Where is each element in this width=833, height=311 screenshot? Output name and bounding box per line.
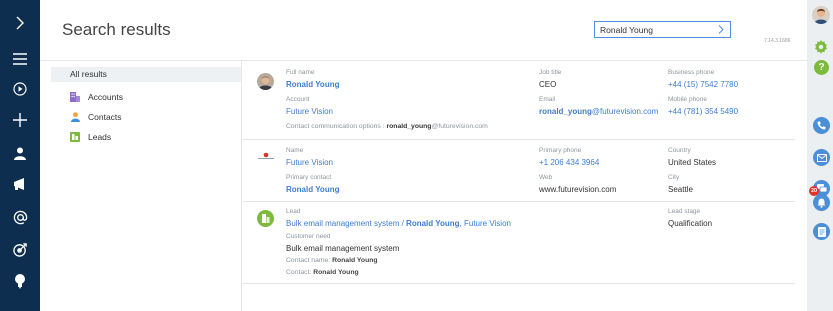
- customer-need-value: Bulk email management system: [286, 244, 400, 253]
- filter-item-accounts[interactable]: Accounts: [70, 90, 123, 103]
- filter-label: Accounts: [88, 91, 123, 102]
- filter-item-leads[interactable]: Leads: [70, 130, 111, 143]
- play-circle-icon[interactable]: [0, 72, 40, 106]
- search-input[interactable]: [595, 22, 713, 37]
- result-contact: Full name Ronald Young Account Future Vi…: [243, 61, 795, 140]
- filter-all-results[interactable]: All results: [51, 67, 241, 82]
- account-name-link[interactable]: Future Vision: [286, 158, 333, 167]
- account-logo-icon[interactable]: [257, 149, 275, 159]
- contact-avatar[interactable]: [257, 73, 274, 90]
- comm-options: Contact communication options : ronald_y…: [286, 123, 488, 130]
- plus-icon[interactable]: [0, 103, 40, 137]
- accounts-icon: [70, 91, 80, 102]
- job-title-value: CEO: [539, 80, 557, 89]
- user-icon[interactable]: [0, 136, 40, 170]
- lead-stage-value: Qualification: [668, 219, 713, 228]
- primary-contact-link[interactable]: Ronald Young: [286, 185, 339, 194]
- filter-label: Contacts: [88, 111, 122, 122]
- filter-item-contacts[interactable]: Contacts: [70, 110, 122, 123]
- country-label: Country: [668, 147, 691, 154]
- contact-name-value: Ronald Young: [332, 257, 378, 264]
- menu-icon[interactable]: [0, 42, 40, 76]
- search-go-icon[interactable]: [712, 22, 730, 37]
- primary-phone-label: Primary phone: [539, 147, 582, 154]
- document-icon[interactable]: [813, 223, 830, 240]
- customer-need-label: Customer need: [286, 233, 331, 240]
- megaphone-icon[interactable]: [0, 167, 40, 201]
- left-sidebar: [0, 0, 40, 311]
- country-value: United States: [668, 158, 717, 167]
- filter-label: Leads: [88, 131, 112, 142]
- lead-icon[interactable]: [257, 210, 274, 227]
- lead-stage-label: Lead stage: [668, 208, 701, 215]
- phone-icon[interactable]: [813, 117, 830, 134]
- contact-value: Ronald Young: [313, 269, 359, 276]
- lead-title-link[interactable]: Bulk email management system / Ronald Yo…: [286, 219, 511, 228]
- lead-contact-name: Contact name: Ronald Young: [286, 257, 378, 264]
- main-panel: Search results 7.14.3.1686 All results A…: [40, 0, 807, 311]
- contacts-icon: [70, 111, 80, 122]
- contact-email-link[interactable]: ronald_young@futurevision.com: [539, 107, 658, 116]
- leads-icon: [70, 131, 80, 142]
- contact-label: Contact:: [286, 269, 312, 276]
- business-phone-label: Business phone: [668, 69, 715, 76]
- city-value: Seattle: [668, 185, 693, 194]
- email-label: Email: [539, 96, 556, 103]
- lead-contact: Contact: Ronald Young: [286, 269, 359, 276]
- lead-label: Lead: [286, 208, 301, 215]
- help-icon[interactable]: ?: [814, 60, 829, 75]
- search-box: [594, 21, 731, 38]
- email-domain: @futurevision.com: [591, 107, 659, 116]
- lead-title-part1: Bulk email management system /: [286, 219, 407, 228]
- settings-gear-icon[interactable]: [814, 40, 828, 59]
- chevron-right-icon[interactable]: [0, 6, 40, 40]
- contact-account-link[interactable]: Future Vision: [286, 107, 333, 116]
- filter-panel: All results Accounts Contacts Leads: [40, 61, 242, 311]
- primary-contact-label: Primary contact: [286, 174, 332, 181]
- profile-avatar-icon[interactable]: [812, 6, 830, 24]
- notifications-icon[interactable]: [813, 194, 830, 211]
- contact-full-name-link[interactable]: Ronald Young: [286, 80, 339, 89]
- comm-email-domain: @futurevision.com: [431, 123, 488, 130]
- city-label: City: [668, 174, 680, 181]
- right-sidebar: ? 20: [807, 0, 833, 311]
- web-value: www.futurevision.com: [539, 185, 617, 194]
- lead-title-part3: , Future Vision: [459, 219, 511, 228]
- web-label: Web: [539, 174, 553, 181]
- comm-options-label: Contact communication options :: [286, 123, 385, 130]
- job-title-label: Job title: [539, 69, 562, 76]
- contact-name-label: Contact name:: [286, 257, 331, 264]
- result-account: Name Future Vision Primary contact Ronal…: [243, 140, 795, 202]
- primary-phone-link[interactable]: +1 206 434 3964: [539, 158, 599, 167]
- account-label: Account: [286, 96, 310, 103]
- target-icon[interactable]: [0, 232, 40, 266]
- lead-title-contact: Ronald Young: [406, 219, 460, 228]
- business-phone-link[interactable]: +44 (15) 7542 7780: [668, 80, 738, 89]
- page-title: Search results: [62, 20, 171, 39]
- account-name-label: Name: [286, 147, 304, 154]
- comm-email-user: ronald_young: [386, 123, 432, 130]
- full-name-label: Full name: [286, 69, 315, 76]
- email-user: ronald_young: [539, 107, 592, 116]
- at-sign-icon[interactable]: [0, 200, 40, 234]
- lightbulb-icon[interactable]: [0, 264, 40, 298]
- email-icon[interactable]: [813, 149, 830, 166]
- version-label: 7.14.3.1686: [764, 38, 791, 44]
- mobile-phone-label: Mobile phone: [668, 96, 708, 103]
- result-lead: Lead Bulk email management system / Rona…: [243, 202, 795, 284]
- notifications-badge: 20: [809, 186, 819, 196]
- mobile-phone-link[interactable]: +44 (781) 354 5490: [668, 107, 738, 116]
